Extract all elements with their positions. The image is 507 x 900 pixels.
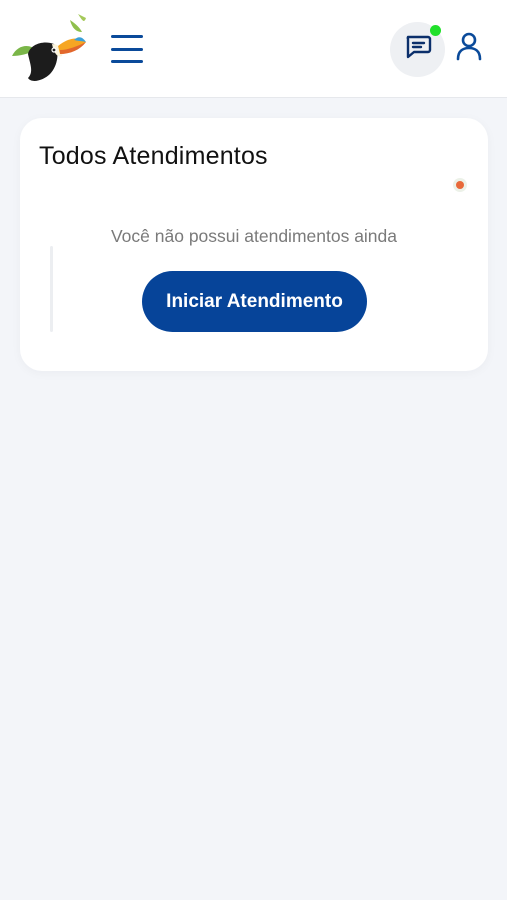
menu-button[interactable] [108, 32, 146, 66]
divider [50, 246, 53, 332]
online-indicator [430, 25, 441, 36]
user-icon [456, 31, 482, 66]
user-profile-button[interactable] [452, 30, 486, 66]
status-indicator [453, 178, 467, 192]
attendances-card: Todos Atendimentos Você não possui atend… [20, 118, 488, 371]
menu-bar [111, 60, 143, 63]
page-title: Todos Atendimentos [39, 142, 268, 170]
status-dot-inner [456, 181, 464, 189]
menu-bar [111, 47, 143, 51]
app-header [0, 0, 507, 98]
toucan-logo[interactable] [10, 14, 90, 84]
empty-state-message: Você não possui atendimentos ainda [110, 226, 398, 246]
chat-icon [404, 34, 432, 65]
start-attendance-button[interactable]: Iniciar Atendimento [142, 271, 367, 332]
menu-bar [111, 35, 143, 38]
